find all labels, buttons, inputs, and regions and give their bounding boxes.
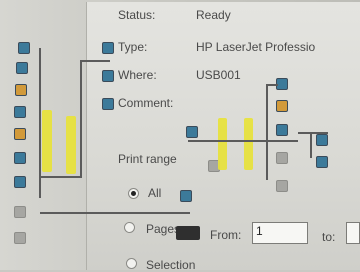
highlight-bar xyxy=(66,116,76,174)
range-all-label: All xyxy=(148,186,162,200)
marker-8 xyxy=(14,206,26,218)
range-pages-radio[interactable] xyxy=(124,222,135,233)
marker-2 xyxy=(16,62,28,74)
range-pages-label: Pages xyxy=(146,222,181,236)
highlight-bar xyxy=(244,118,253,170)
connector-line xyxy=(266,84,268,180)
marker-7 xyxy=(14,176,26,188)
marker-r7 xyxy=(316,156,328,168)
range-all-marker xyxy=(180,190,192,202)
highlight-bar xyxy=(42,110,52,172)
marker-6 xyxy=(14,152,26,164)
marker-r8 xyxy=(186,126,198,138)
where-marker xyxy=(102,70,114,82)
where-value: USB001 xyxy=(196,68,241,82)
status-value: Ready xyxy=(196,8,231,22)
range-selection-radio[interactable] xyxy=(126,258,137,269)
marker-5 xyxy=(14,128,26,140)
comment-label: Comment: xyxy=(118,96,174,110)
connector-line xyxy=(266,84,278,86)
type-marker xyxy=(102,42,114,54)
to-label: to: xyxy=(322,230,336,244)
marker-r3 xyxy=(276,124,288,136)
connector-line xyxy=(310,132,312,158)
highlight-bar xyxy=(218,118,227,170)
type-value: HP LaserJet Professio xyxy=(196,40,316,54)
connector-line xyxy=(188,140,298,142)
connector-line xyxy=(298,132,328,134)
connector-line xyxy=(40,212,190,214)
marker-r5 xyxy=(276,180,288,192)
marker-r6 xyxy=(316,134,328,146)
marker-1 xyxy=(18,42,30,54)
marker-r4 xyxy=(276,152,288,164)
comment-marker xyxy=(102,98,114,110)
marker-4 xyxy=(14,106,26,118)
from-label: From: xyxy=(210,228,242,242)
where-label: Where: xyxy=(118,68,157,82)
connector-line xyxy=(80,60,82,178)
type-label: Type: xyxy=(118,40,148,54)
to-input[interactable] xyxy=(346,222,360,244)
marker-9 xyxy=(14,232,26,244)
print-range-label: Print range xyxy=(118,152,177,166)
marker-3 xyxy=(15,84,27,96)
marker-r2 xyxy=(276,100,288,112)
pages-cursor-marker xyxy=(176,226,200,240)
connector-line xyxy=(40,176,80,178)
status-label: Status: xyxy=(118,8,156,22)
from-input[interactable]: 1 xyxy=(252,222,308,244)
range-all-radio[interactable] xyxy=(128,188,139,199)
connector-line xyxy=(80,60,110,62)
